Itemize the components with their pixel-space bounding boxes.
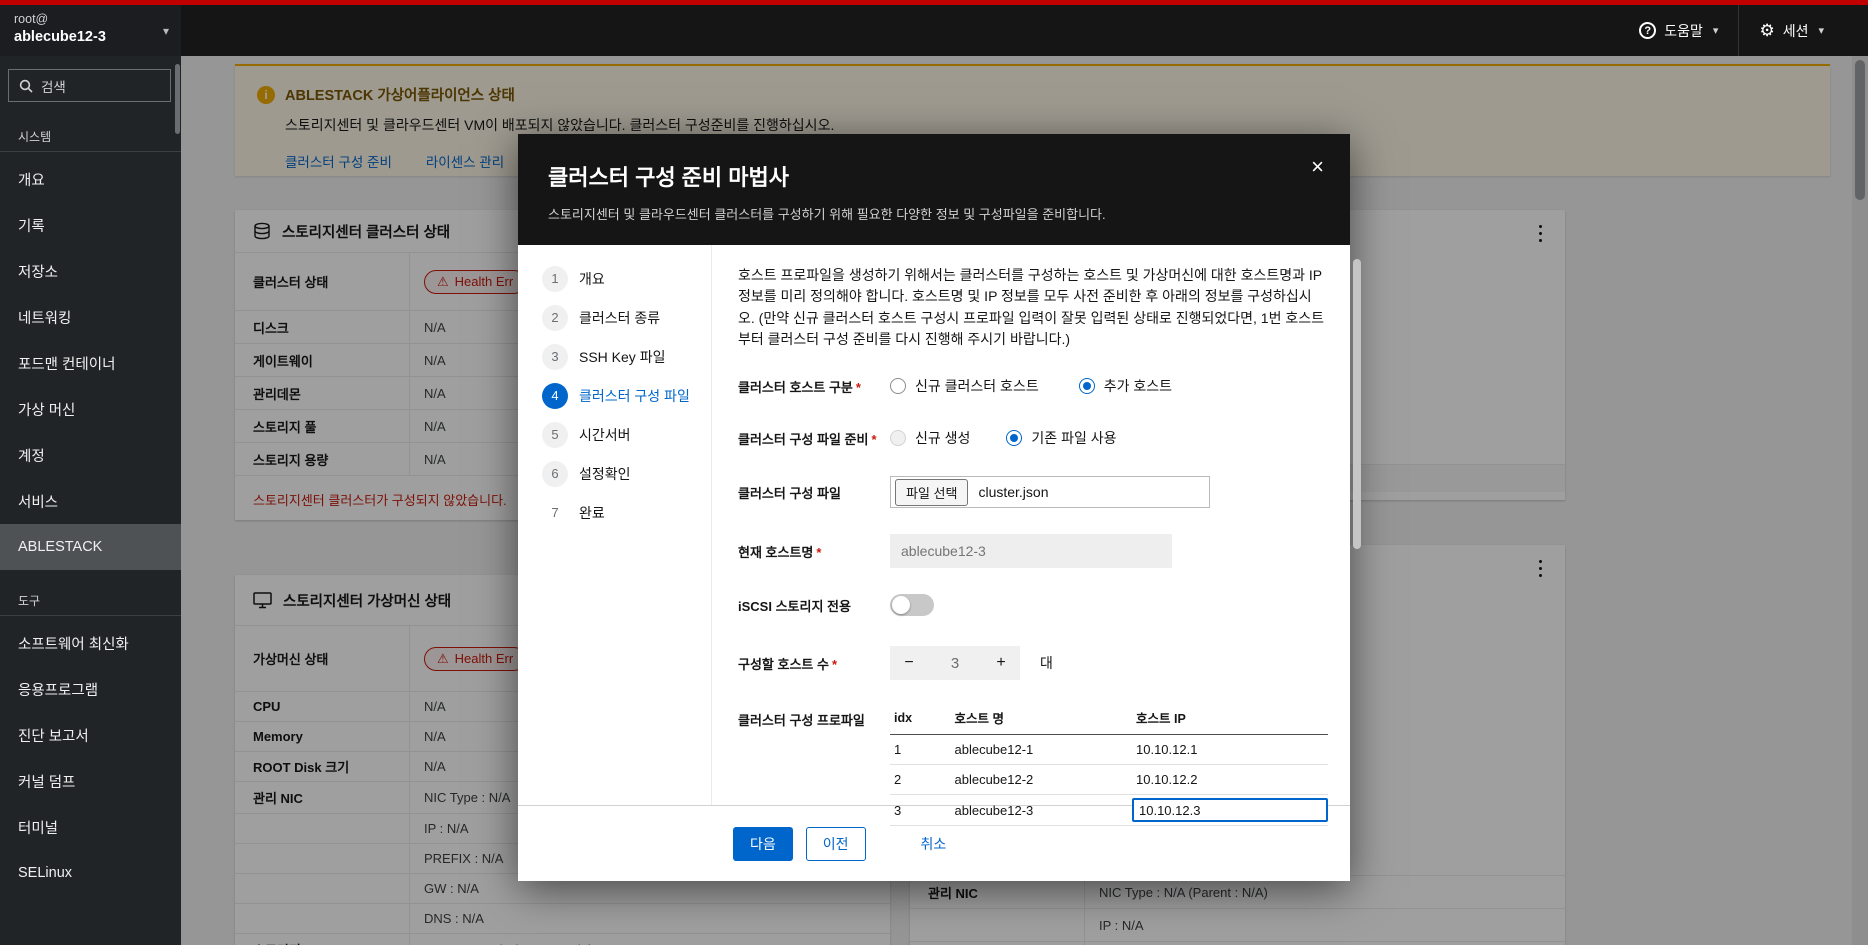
masthead: root@ ablecube12-3 ▾ ? 도움말 ▾ ⚙ 세션 ▾ (0, 5, 1868, 56)
help-menu-button[interactable]: ? 도움말 ▾ (1619, 5, 1738, 56)
sidebar-item-accounts[interactable]: 계정 (0, 432, 181, 478)
cluster-wizard-modal: 클러스터 구성 준비 마법사 스토리지센터 및 클라우드센터 클러스터를 구성하… (518, 134, 1350, 881)
field-label-file-prep: 클러스터 구성 파일 준비* (738, 429, 890, 448)
wizard-step-confirm[interactable]: 6설정확인 (518, 454, 711, 493)
search-icon (19, 79, 33, 93)
wizard-subtitle: 스토리지센터 및 클라우드센터 클러스터를 구성하기 위해 필요한 다양한 정보… (548, 204, 1320, 223)
sidebar-item-ablestack[interactable]: ABLESTACK (0, 524, 181, 570)
wizard-title: 클러스터 구성 준비 마법사 (548, 160, 1320, 192)
wizard-step-ssh-key[interactable]: 3SSH Key 파일 (518, 337, 711, 376)
radio-icon (1079, 378, 1095, 394)
radio-additional-host[interactable]: 추가 호스트 (1079, 376, 1172, 396)
sidebar-section-system: 시스템 (0, 118, 181, 151)
masthead-hostname: ablecube12-3 (14, 28, 167, 47)
wizard-header: 클러스터 구성 준비 마법사 스토리지센터 및 클라우드센터 클러스터를 구성하… (518, 134, 1350, 245)
field-label-host-type: 클러스터 호스트 구분* (738, 377, 890, 396)
chevron-down-icon: ▾ (1713, 24, 1719, 37)
table-row: 1 ablecube12-1 10.10.12.1 (890, 735, 1328, 765)
close-icon[interactable]: × (1311, 156, 1324, 178)
wizard-scrollbar[interactable] (1353, 259, 1361, 549)
column-header-host-ip: 호스트 IP (1132, 704, 1328, 735)
wizard-step-done[interactable]: 7완료 (518, 493, 711, 532)
radio-new-create[interactable]: 신규 생성 (890, 428, 970, 448)
next-button[interactable]: 다음 (733, 827, 793, 861)
iscsi-toggle[interactable] (890, 594, 934, 616)
cancel-button[interactable]: 취소 (921, 834, 947, 854)
cluster-profile-table: idx 호스트 명 호스트 IP 1 ablecube12-1 10.10.12… (890, 704, 1328, 826)
host-count-unit: 대 (1040, 653, 1053, 673)
config-file-input[interactable]: 파일 선택 cluster.json (890, 476, 1210, 508)
radio-icon (890, 430, 906, 446)
table-row: 2 ablecube12-2 10.10.12.2 (890, 765, 1328, 795)
sidebar-item-kernel-dump[interactable]: 커널 덤프 (0, 758, 181, 804)
wizard-step-cluster-type[interactable]: 2클러스터 종류 (518, 298, 711, 337)
current-hostname-field (890, 534, 1172, 568)
sidebar-item-logs[interactable]: 기록 (0, 202, 181, 248)
field-label-profile: 클러스터 구성 프로파일 (738, 704, 890, 729)
masthead-username: root@ (14, 11, 167, 28)
chevron-down-icon: ▾ (163, 24, 169, 38)
column-header-idx: idx (890, 704, 950, 735)
radio-new-cluster-host[interactable]: 신규 클러스터 호스트 (890, 376, 1039, 396)
back-button[interactable]: 이전 (806, 827, 866, 861)
sidebar-section-tools: 도구 (0, 570, 181, 615)
sidebar-item-software-updates[interactable]: 소프트웨어 최신화 (0, 620, 181, 666)
step-description: 호스트 프로파일을 생성하기 위해서는 클러스터를 구성하는 호스트 및 가상머… (738, 265, 1328, 350)
sidebar-item-storage[interactable]: 저장소 (0, 248, 181, 294)
sidebar-search-input[interactable]: 검색 (8, 69, 171, 102)
question-circle-icon: ? (1639, 22, 1656, 39)
radio-icon (890, 378, 906, 394)
sidebar-item-applications[interactable]: 응용프로그램 (0, 666, 181, 712)
sidebar-item-services[interactable]: 서비스 (0, 478, 181, 524)
sidebar: 검색 시스템 개요 기록 저장소 네트워킹 포드맨 컨테이너 가상 머신 계정 … (0, 56, 181, 945)
field-label-iscsi-only: iSCSI 스토리지 전용 (738, 596, 890, 615)
page: i ABLESTACK 가상어플라이언스 상태 스토리지센터 및 클라우드센터 … (0, 0, 1868, 945)
wizard-step-time-server[interactable]: 5시간서버 (518, 415, 711, 454)
sidebar-item-terminal[interactable]: 터미널 (0, 804, 181, 850)
column-header-hostname: 호스트 명 (950, 704, 1132, 735)
host-count-value: 3 (928, 655, 982, 672)
session-menu-button[interactable]: ⚙ 세션 ▾ (1739, 5, 1844, 56)
sidebar-item-virtual-machines[interactable]: 가상 머신 (0, 386, 181, 432)
session-label: 세션 (1783, 21, 1809, 41)
wizard-step-content: 호스트 프로파일을 생성하기 위해서는 클러스터를 구성하는 호스트 및 가상머… (712, 245, 1364, 805)
sidebar-item-selinux[interactable]: SELinux (0, 850, 181, 896)
file-select-button[interactable]: 파일 선택 (895, 479, 968, 506)
field-label-host-count: 구성할 호스트 수* (738, 654, 890, 673)
minus-button[interactable]: − (890, 654, 928, 672)
toggle-knob (892, 596, 910, 614)
host-switcher[interactable]: root@ ablecube12-3 ▾ (0, 5, 181, 56)
gear-icon: ⚙ (1759, 22, 1774, 39)
selected-filename: cluster.json (978, 484, 1048, 500)
radio-icon (1006, 430, 1022, 446)
divider (0, 151, 181, 152)
search-placeholder: 검색 (41, 76, 66, 96)
host-count-stepper: − 3 + (890, 646, 1020, 680)
divider (0, 615, 181, 616)
wizard-steps-nav: 1개요 2클러스터 종류 3SSH Key 파일 4클러스터 구성 파일 5시간… (518, 245, 712, 805)
chevron-down-icon: ▾ (1818, 24, 1824, 37)
host-ip-input[interactable] (1132, 798, 1328, 822)
table-row: 3 ablecube12-3 (890, 795, 1328, 826)
sidebar-item-overview[interactable]: 개요 (0, 156, 181, 202)
sidebar-item-diagnostic-reports[interactable]: 진단 보고서 (0, 712, 181, 758)
wizard-step-cluster-config-file[interactable]: 4클러스터 구성 파일 (518, 376, 711, 415)
help-label: 도움말 (1664, 21, 1703, 41)
sidebar-item-podman[interactable]: 포드맨 컨테이너 (0, 340, 181, 386)
plus-button[interactable]: + (982, 654, 1020, 672)
radio-use-existing-file[interactable]: 기존 파일 사용 (1006, 428, 1116, 448)
field-label-current-hostname: 현재 호스트명* (738, 542, 890, 561)
field-label-config-file: 클러스터 구성 파일 (738, 483, 890, 502)
sidebar-item-networking[interactable]: 네트워킹 (0, 294, 181, 340)
wizard-step-overview[interactable]: 1개요 (518, 259, 711, 298)
